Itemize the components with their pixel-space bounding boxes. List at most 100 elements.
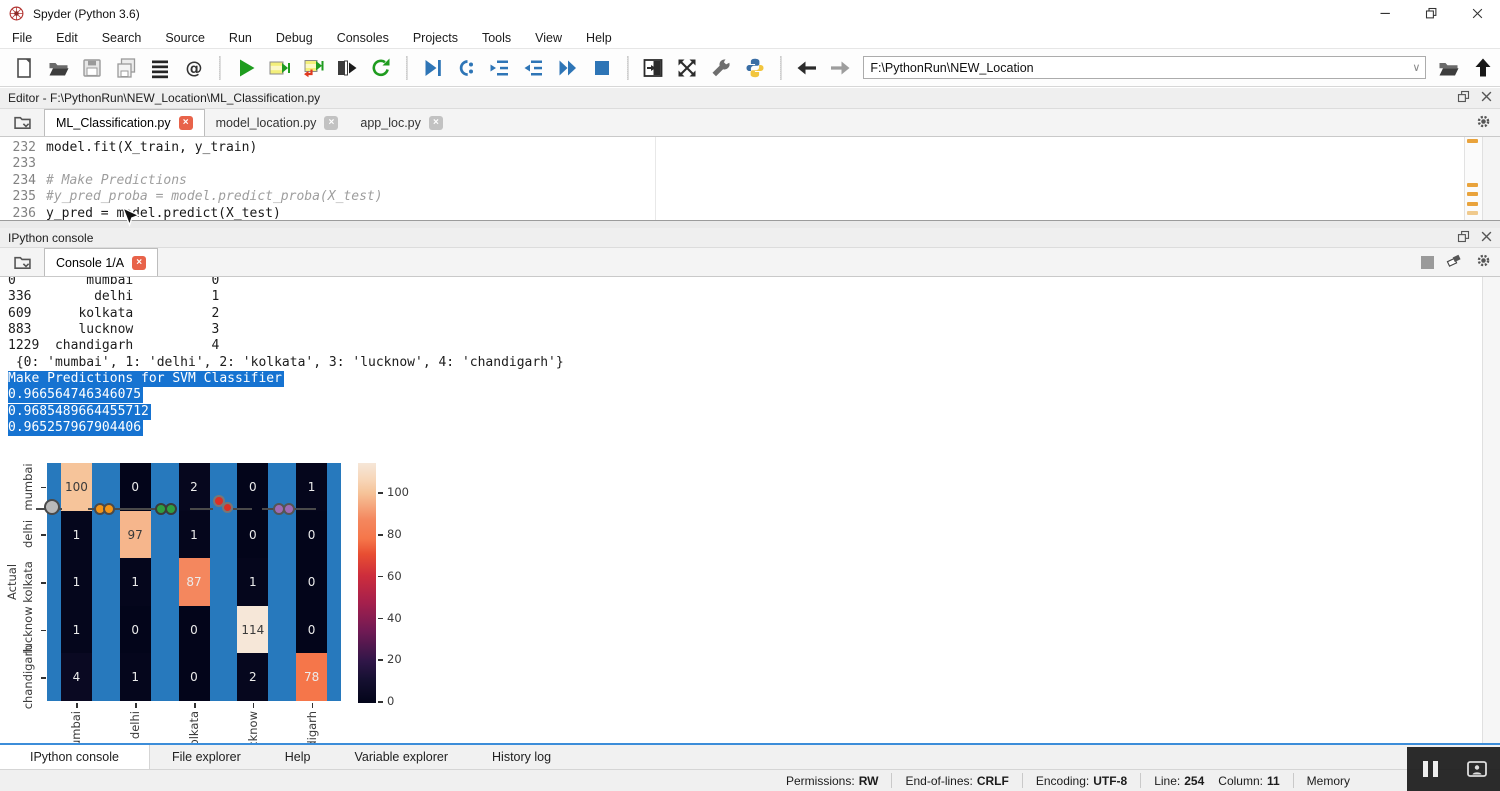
menu-help[interactable]: Help bbox=[574, 31, 624, 45]
warning-flag-icon[interactable] bbox=[1467, 192, 1478, 196]
run-file-button[interactable] bbox=[231, 53, 261, 83]
new-file-button[interactable] bbox=[10, 53, 40, 83]
status-end-of-lines-: End-of-lines:CRLF bbox=[905, 774, 1008, 788]
editor-scrollbar[interactable] bbox=[1482, 137, 1500, 220]
close-pane-icon[interactable] bbox=[1479, 89, 1494, 107]
menu-edit[interactable]: Edit bbox=[44, 31, 90, 45]
run-cell-advance-icon bbox=[301, 56, 325, 80]
close-pane-icon[interactable] bbox=[1479, 229, 1494, 247]
working-directory-combobox[interactable]: F:\PythonRun\NEW_Location∨ bbox=[863, 56, 1426, 79]
undock-pane-icon[interactable] bbox=[1456, 89, 1471, 107]
restart-kernel-icon bbox=[369, 56, 393, 80]
menu-debug[interactable]: Debug bbox=[264, 31, 325, 45]
run-selection-button[interactable] bbox=[332, 53, 362, 83]
options-button[interactable] bbox=[1475, 252, 1492, 272]
colorbar bbox=[358, 463, 376, 703]
forward-button[interactable] bbox=[826, 53, 856, 83]
debug-file-button[interactable] bbox=[418, 53, 448, 83]
close-button[interactable] bbox=[1454, 0, 1500, 27]
run-cell-advance-button[interactable] bbox=[298, 53, 328, 83]
browse-tabs-button[interactable] bbox=[0, 248, 44, 276]
tab-label: Console 1/A bbox=[56, 256, 124, 270]
parent-dir-button[interactable] bbox=[1468, 53, 1498, 83]
tab-label: model_location.py bbox=[216, 116, 317, 130]
heatmap-cell: 0 bbox=[296, 511, 327, 559]
undock-pane-icon[interactable] bbox=[1456, 229, 1471, 247]
tab-ml-classification-py[interactable]: ML_Classification.py× bbox=[44, 109, 205, 136]
menu-source[interactable]: Source bbox=[153, 31, 217, 45]
menu-tools[interactable]: Tools bbox=[470, 31, 523, 45]
dock-tab-ipython-console[interactable]: IPython console bbox=[0, 745, 150, 769]
debug-step-return-button[interactable] bbox=[519, 53, 549, 83]
dock-tab-history-log[interactable]: History log bbox=[470, 745, 573, 769]
menu-search[interactable]: Search bbox=[90, 31, 154, 45]
debug-step-into-button[interactable] bbox=[485, 53, 515, 83]
restore-button[interactable] bbox=[1408, 0, 1454, 27]
heatmap-cell: 87 bbox=[179, 558, 210, 606]
picture-in-picture-icon[interactable] bbox=[1454, 747, 1500, 791]
fullscreen-button[interactable] bbox=[672, 53, 702, 83]
open-file-icon bbox=[47, 56, 71, 80]
save-file-button[interactable] bbox=[78, 53, 108, 83]
menu-file[interactable]: File bbox=[0, 31, 44, 45]
open-dir-button[interactable] bbox=[1434, 53, 1464, 83]
tab-console-1-a[interactable]: Console 1/A × bbox=[44, 248, 158, 276]
menu-consoles[interactable]: Consoles bbox=[325, 31, 401, 45]
restart-kernel-button[interactable] bbox=[366, 53, 396, 83]
editor-code-area[interactable]: 232model.fit(X_train, y_train)233234# Ma… bbox=[0, 137, 1500, 220]
menu-run[interactable]: Run bbox=[217, 31, 264, 45]
open-dir-icon bbox=[1437, 56, 1461, 80]
tab-close-icon[interactable]: × bbox=[324, 116, 338, 130]
y-tick-label: mumbai bbox=[21, 463, 35, 510]
open-file-button[interactable] bbox=[44, 53, 74, 83]
tab-model-location-py[interactable]: model_location.py × bbox=[205, 109, 350, 136]
warning-flag-icon[interactable] bbox=[1467, 202, 1478, 206]
fullscreen-icon bbox=[675, 56, 699, 80]
symbol-finder-icon: @ bbox=[182, 56, 206, 80]
warning-flag-icon[interactable] bbox=[1467, 139, 1478, 143]
tab-app-loc-py[interactable]: app_loc.py× bbox=[349, 109, 453, 136]
warning-flag-icon[interactable] bbox=[1467, 211, 1478, 215]
file-switcher-button[interactable] bbox=[145, 53, 175, 83]
save-all-button[interactable] bbox=[111, 53, 141, 83]
menu-projects[interactable]: Projects bbox=[401, 31, 470, 45]
symbol-finder-button[interactable]: @ bbox=[179, 53, 209, 83]
editor-tabbar: ML_Classification.py×model_location.py×a… bbox=[0, 109, 1500, 137]
status-separator bbox=[1022, 773, 1023, 788]
maximize-pane-button[interactable] bbox=[639, 53, 669, 83]
status-permissions-: Permissions:RW bbox=[786, 774, 878, 788]
browse-tabs-button[interactable] bbox=[0, 109, 44, 136]
code-line: 233 bbox=[0, 156, 1500, 172]
tab-close-icon[interactable]: × bbox=[132, 256, 146, 270]
console-output-area[interactable]: 0 mumbai 0336 delhi 1609 kolkata 2883 lu… bbox=[0, 277, 1500, 743]
python-path-button[interactable] bbox=[740, 53, 770, 83]
run-cell-button[interactable] bbox=[265, 53, 295, 83]
heatmap-cell: 1 bbox=[61, 511, 92, 559]
code-line: 232model.fit(X_train, y_train) bbox=[0, 140, 1500, 156]
preferences-button[interactable] bbox=[706, 53, 736, 83]
pause-icon[interactable] bbox=[1407, 747, 1454, 791]
heatmap-cell: 0 bbox=[237, 511, 268, 559]
heatmap-cell: 4 bbox=[61, 653, 92, 701]
tab-close-icon[interactable]: × bbox=[179, 116, 193, 130]
back-button[interactable] bbox=[792, 53, 822, 83]
heatmap-cell: 1 bbox=[179, 511, 210, 559]
chevron-down-icon[interactable]: ∨ bbox=[1412, 61, 1420, 74]
options-button[interactable] bbox=[1475, 113, 1492, 133]
minimize-button[interactable] bbox=[1362, 0, 1408, 27]
debug-stop-button[interactable] bbox=[587, 53, 617, 83]
code-text: y_pred = model.predict(X_test) bbox=[46, 206, 281, 221]
menu-view[interactable]: View bbox=[523, 31, 574, 45]
scatter-overlay-line bbox=[190, 508, 213, 510]
dock-tab-help[interactable]: Help bbox=[263, 745, 333, 769]
heatmap-cell: 2 bbox=[237, 653, 268, 701]
clear-console-icon[interactable] bbox=[1446, 252, 1463, 272]
console-scrollbar[interactable] bbox=[1482, 277, 1500, 743]
warning-flag-icon[interactable] bbox=[1467, 183, 1478, 187]
dock-tab-variable-explorer[interactable]: Variable explorer bbox=[332, 745, 470, 769]
debug-step-button[interactable] bbox=[452, 53, 482, 83]
interrupt-kernel-icon[interactable] bbox=[1421, 256, 1434, 269]
debug-continue-button[interactable] bbox=[553, 53, 583, 83]
tab-close-icon[interactable]: × bbox=[429, 116, 443, 130]
dock-tab-file-explorer[interactable]: File explorer bbox=[150, 745, 263, 769]
